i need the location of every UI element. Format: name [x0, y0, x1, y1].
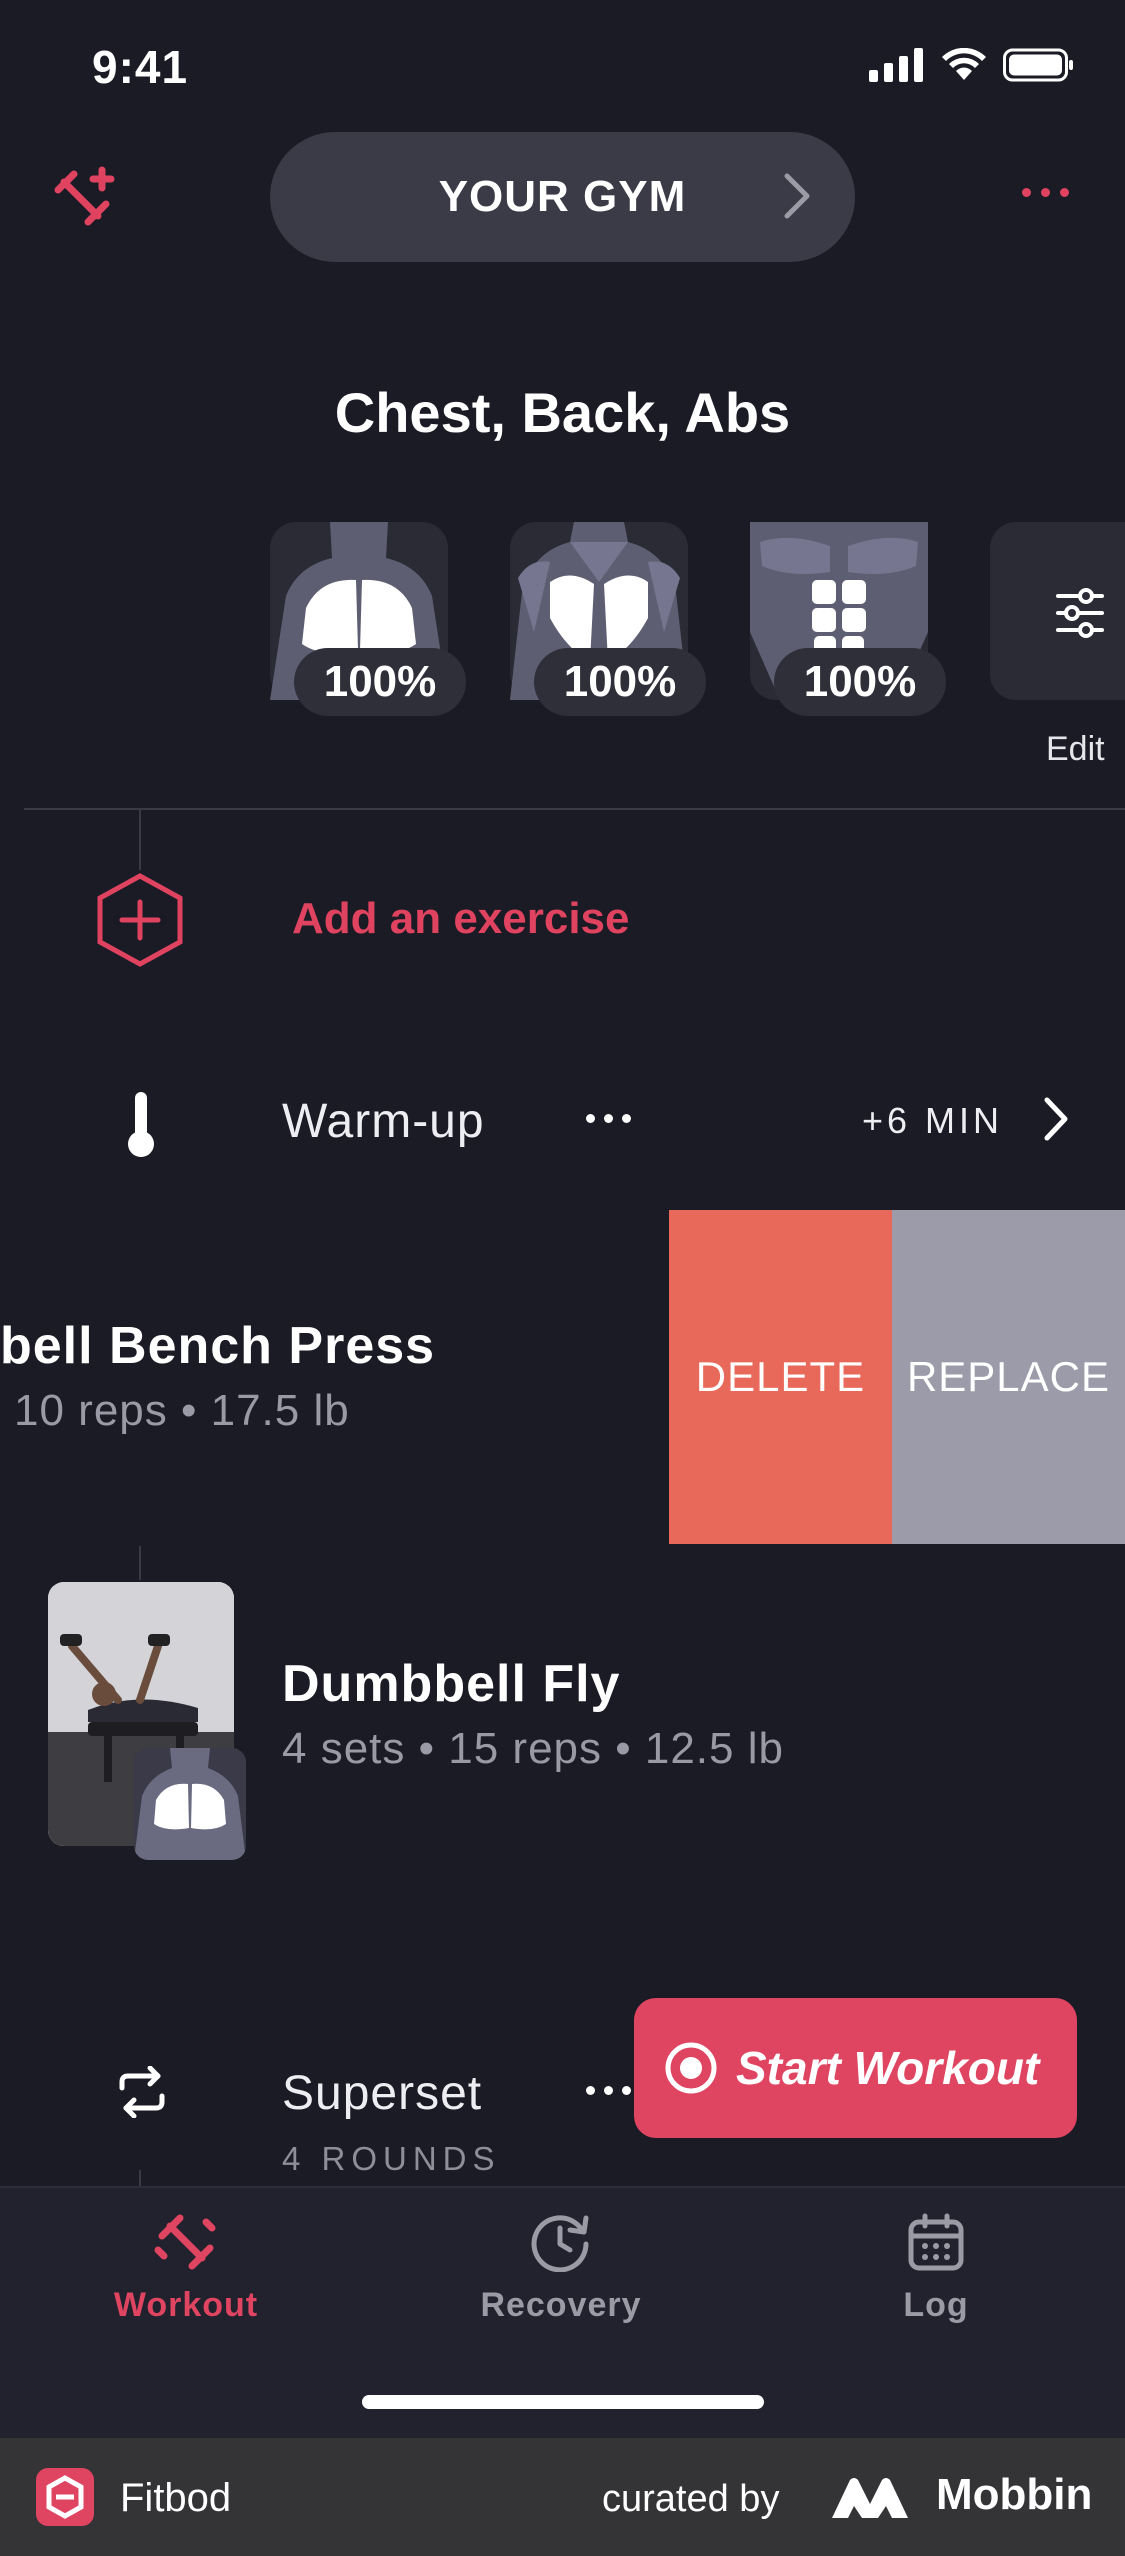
superset-label[interactable]: Superset	[282, 2066, 482, 2121]
warmup-label[interactable]: Warm-up	[282, 1094, 485, 1149]
dumbbell-icon	[154, 2214, 216, 2270]
muscle-percent-badge: 100%	[774, 648, 946, 716]
exercise-title[interactable]: bell Bench Press	[0, 1316, 435, 1376]
more-dot-icon	[1041, 188, 1050, 197]
chest-muscle-icon	[134, 1748, 246, 1860]
superset-rounds: 4 ROUNDS	[282, 2140, 501, 2177]
status-icons	[869, 48, 1075, 82]
tab-log-label: Log	[903, 2286, 969, 2324]
add-workout-icon[interactable]	[52, 166, 120, 228]
record-icon	[665, 2042, 717, 2094]
muscle-card-chest[interactable]: 100%	[270, 522, 466, 716]
edit-muscles-button[interactable]	[990, 522, 1125, 700]
muscle-percent-badge: 100%	[294, 648, 466, 716]
gym-selector-button[interactable]: YOUR GYM	[270, 132, 855, 262]
tab-recovery-label: Recovery	[480, 2286, 642, 2324]
more-dot-icon	[586, 1114, 595, 1123]
signal-icon	[869, 48, 923, 82]
more-dot-icon	[622, 2086, 631, 2095]
muscle-card-abs[interactable]: 100%	[750, 522, 946, 716]
gym-selector-label: YOUR GYM	[438, 172, 687, 221]
timeline-line	[139, 2170, 141, 2186]
warmup-duration: +6 MIN	[862, 1100, 1004, 1141]
status-time: 9:41	[92, 41, 189, 93]
warmup-options-button[interactable]	[586, 1114, 631, 1123]
more-dot-icon	[622, 1114, 631, 1123]
edit-label: Edit	[1046, 730, 1105, 768]
tab-recovery[interactable]: Recovery	[441, 2212, 681, 2325]
calendar-icon	[908, 2213, 964, 2271]
add-exercise-icon[interactable]	[96, 872, 184, 968]
recovery-clock-icon	[531, 2215, 589, 2272]
tab-workout-label: Workout	[113, 2286, 259, 2324]
mobbin-logo-icon	[832, 2478, 908, 2518]
start-workout-label: Start Workout	[736, 2042, 1040, 2094]
curated-by-label: curated by	[602, 2478, 780, 2520]
exercise-details: 4 sets • 15 reps • 12.5 lb	[282, 1724, 784, 1773]
home-indicator	[362, 2395, 764, 2409]
exercise-muscle-thumbnail	[134, 1748, 246, 1860]
fitbod-logo-icon	[36, 2468, 94, 2526]
more-dot-icon	[1022, 188, 1031, 197]
muscle-card-back[interactable]: 100%	[510, 522, 706, 716]
repeat-icon	[119, 2066, 165, 2118]
more-dot-icon	[586, 2086, 595, 2095]
timeline-line	[139, 1546, 141, 1580]
thermometer-icon	[128, 1092, 154, 1157]
page-title: Chest, Back, Abs	[334, 381, 791, 444]
superset-options-button[interactable]	[586, 2086, 631, 2095]
battery-icon	[1003, 48, 1073, 82]
wifi-icon	[942, 48, 986, 80]
timeline-line	[139, 810, 141, 870]
delete-button[interactable]: DELETE	[669, 1210, 892, 1544]
replace-button[interactable]: REPLACE	[892, 1210, 1125, 1544]
mobbin-brand: Mobbin	[936, 2470, 1093, 2519]
more-options-button[interactable]	[1022, 188, 1069, 197]
start-workout-button[interactable]: Start Workout	[634, 1998, 1077, 2138]
more-dot-icon	[1060, 188, 1069, 197]
chevron-right-icon	[784, 173, 810, 219]
exercise-details: 10 reps • 17.5 lb	[14, 1386, 350, 1435]
sliders-icon	[1056, 588, 1104, 638]
exercise-title[interactable]: Dumbbell Fly	[282, 1654, 620, 1714]
divider	[24, 808, 1125, 810]
app-name: Fitbod	[120, 2476, 232, 2520]
tab-workout[interactable]: Workout	[66, 2212, 306, 2325]
more-dot-icon	[604, 2086, 613, 2095]
tab-log[interactable]: Log	[816, 2212, 1056, 2325]
more-dot-icon	[604, 1114, 613, 1123]
chevron-right-icon[interactable]	[1042, 1096, 1070, 1142]
add-exercise-button[interactable]: Add an exercise	[292, 894, 630, 944]
muscle-percent-badge: 100%	[534, 648, 706, 716]
